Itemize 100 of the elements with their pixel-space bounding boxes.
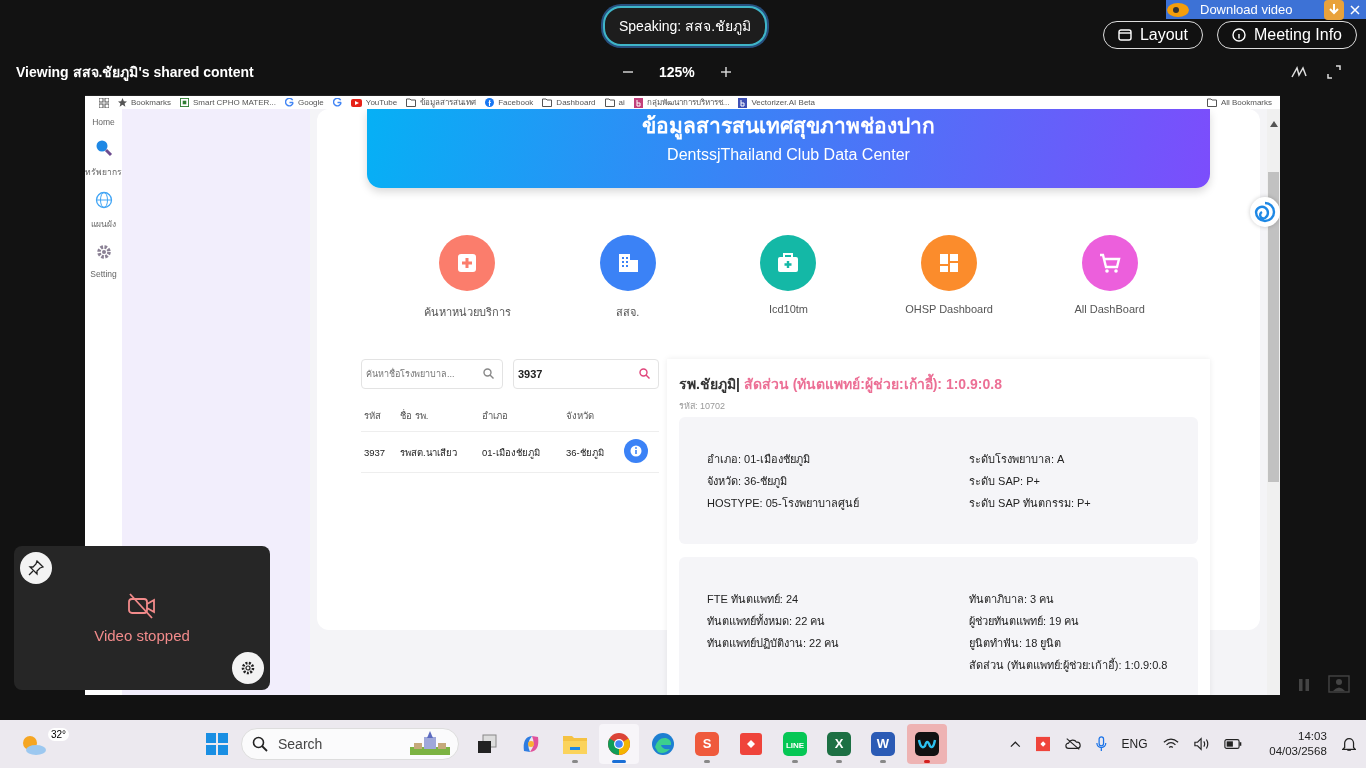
- info-line: HOSTYPE: 05-โรงพยาบาลศูนย์: [707, 496, 860, 511]
- info-icon: [1231, 28, 1246, 42]
- medical-bag-icon[interactable]: [760, 235, 817, 291]
- shortcut-label[interactable]: All DashBoard: [1074, 303, 1145, 315]
- meeting-button[interactable]: Layout: [1102, 21, 1203, 49]
- search-field[interactable]: 3937: [513, 359, 659, 389]
- nav-label[interactable]: Setting: [90, 269, 117, 279]
- nav-label[interactable]: แผนผัง: [91, 217, 116, 231]
- building-icon[interactable]: [599, 235, 656, 291]
- gear-icon[interactable]: [94, 243, 113, 261]
- zoom-level: 125%: [659, 64, 695, 80]
- download-banner[interactable]: Download video: [1166, 0, 1366, 19]
- pause-icon[interactable]: [1296, 677, 1312, 693]
- settings-button[interactable]: [232, 652, 264, 684]
- app-tile-icon: S: [695, 732, 719, 756]
- shortcut-label[interactable]: ค้นหาหน่วยบริการ: [423, 303, 511, 321]
- chevron-up-icon[interactable]: [1010, 740, 1021, 748]
- nav-label[interactable]: ทรัพยากร: [85, 165, 122, 179]
- magnifier-icon[interactable]: [94, 139, 113, 157]
- cloud-off-icon[interactable]: [1064, 737, 1081, 751]
- folder-icon: [406, 98, 417, 107]
- settings-icon: [240, 660, 256, 676]
- windows-icon: [206, 733, 228, 755]
- search-field[interactable]: ค้นหาชื่อโรงพยาบาล...: [361, 359, 503, 389]
- bookmark[interactable]: ข้อมูลสารสนเทศ: [406, 97, 477, 108]
- info-line: ทันตาภิบาล: 3 คน: [969, 592, 1056, 607]
- close-icon[interactable]: [1350, 4, 1360, 15]
- clock-date[interactable]: 04/03/2568: [1269, 744, 1327, 759]
- column-header: อำเภอ: [481, 408, 509, 423]
- table-cell-text: 01-เมืองชัยภูมิ: [481, 445, 541, 460]
- taskbar-app[interactable]: [907, 724, 947, 764]
- annotate-icon[interactable]: [1290, 64, 1308, 80]
- g-logo-icon: [332, 98, 342, 107]
- search-icon[interactable]: [483, 368, 494, 379]
- bookmark[interactable]: [332, 98, 342, 107]
- wifi-icon[interactable]: [1162, 737, 1179, 751]
- search-field[interactable]: Search: [241, 728, 459, 760]
- bookmark[interactable]: Bookmarks: [118, 97, 171, 108]
- microphone-icon[interactable]: [1095, 735, 1107, 753]
- shortcut-label[interactable]: OHSP Dashboard: [905, 303, 993, 315]
- info-line: ทันตแพทย์ปฏิบัติงาน: 22 คน: [707, 636, 841, 651]
- apps-icon[interactable]: [99, 97, 109, 108]
- app-tile-icon: X: [827, 732, 851, 756]
- column-header: รหัส: [363, 408, 382, 423]
- star-icon: [118, 98, 127, 107]
- shortcut-label[interactable]: Icd10tm: [768, 303, 809, 315]
- volume-icon[interactable]: [1193, 737, 1210, 751]
- language-indicator[interactable]: ENG: [1121, 737, 1148, 751]
- meeting-button[interactable]: Meeting Info: [1216, 21, 1357, 49]
- app-tile-icon: W: [871, 732, 895, 756]
- scrollbar[interactable]: [1267, 109, 1280, 695]
- app-tile-icon: LINE: [783, 732, 807, 756]
- search-icon[interactable]: [639, 368, 650, 379]
- diamond-logo-icon[interactable]: [1035, 736, 1050, 752]
- clock-time[interactable]: 14:03: [1298, 729, 1327, 744]
- fullscreen-icon[interactable]: [1326, 64, 1342, 80]
- dashboard-icon[interactable]: [921, 235, 978, 291]
- battery-icon[interactable]: [1224, 738, 1243, 750]
- scroll-thumb[interactable]: [1268, 172, 1279, 482]
- info-line: ทันตแพทย์ทั้งหมด: 22 คน: [707, 613, 827, 629]
- taskbar-app[interactable]: X: [819, 724, 859, 764]
- person-frame-icon[interactable]: [1328, 675, 1350, 693]
- scroll-up-icon[interactable]: [1269, 121, 1278, 127]
- meeting-app-icon: [915, 732, 939, 756]
- bookmark[interactable]: Vectorizer.AI Beta: [738, 97, 815, 108]
- cart-icon[interactable]: [1081, 235, 1138, 291]
- bookmark[interactable]: กลุ่มพัฒนาการบริหารช...: [633, 97, 730, 108]
- bookmark[interactable]: Facebook: [485, 97, 534, 108]
- pin-button[interactable]: [20, 552, 52, 584]
- bookmark[interactable]: ai: [604, 97, 625, 108]
- medical-plus-icon[interactable]: [439, 235, 496, 291]
- table-cell-text: 36-ชัยภูมิ: [565, 445, 605, 460]
- nav-label[interactable]: Home: [92, 117, 115, 127]
- ratio-text: สัดส่วน (ทันตแพทย์:ผู้ช่วย:เก้าอี้): 1:0.9:0.8: [743, 373, 1002, 395]
- hospital-code: รหัส: 10702: [679, 400, 727, 413]
- shortcut-label[interactable]: สสจ.: [616, 303, 640, 321]
- bookmark[interactable]: YouTube: [350, 97, 398, 108]
- diamond-logo-icon: [740, 733, 762, 755]
- layout-icon: [1117, 29, 1132, 41]
- bell-icon[interactable]: [1341, 735, 1356, 753]
- info-line: อำเภอ: 01-เมืองชัยภูมิ: [707, 452, 811, 467]
- globe-icon[interactable]: [94, 191, 113, 209]
- hospital-name: รพ.ชัยภูมิ|: [679, 375, 740, 395]
- search-icon: [252, 736, 268, 752]
- column-header: ชื่อ รพ.: [399, 408, 430, 423]
- page-icon: [180, 98, 189, 107]
- bookmark[interactable]: All Bookmarks: [1206, 97, 1272, 108]
- g-logo-icon: [285, 98, 294, 107]
- info-button-icon[interactable]: [624, 439, 648, 463]
- bookmark[interactable]: Dashboard: [542, 97, 596, 108]
- folder-icon: [542, 98, 553, 107]
- info-line: สัดส่วน (ทันตแพทย์:ผู้ช่วย:เก้าอี้): 1:0.9:0.8: [969, 657, 1169, 673]
- bookmark[interactable]: Google: [285, 97, 324, 108]
- download-icon[interactable]: [1324, 0, 1344, 20]
- info-line: FTE ทันตแพทย์: 24: [707, 592, 800, 607]
- banner-title: ข้อมูลสารสนเทศสุขภาพช่องปาก: [642, 109, 935, 142]
- table-cell-text: 3937: [363, 446, 387, 458]
- bookmark[interactable]: Smart CPHO MATER...: [180, 97, 276, 108]
- zoom-in-icon[interactable]: [718, 65, 733, 79]
- taskbar-app[interactable]: W: [863, 724, 903, 764]
